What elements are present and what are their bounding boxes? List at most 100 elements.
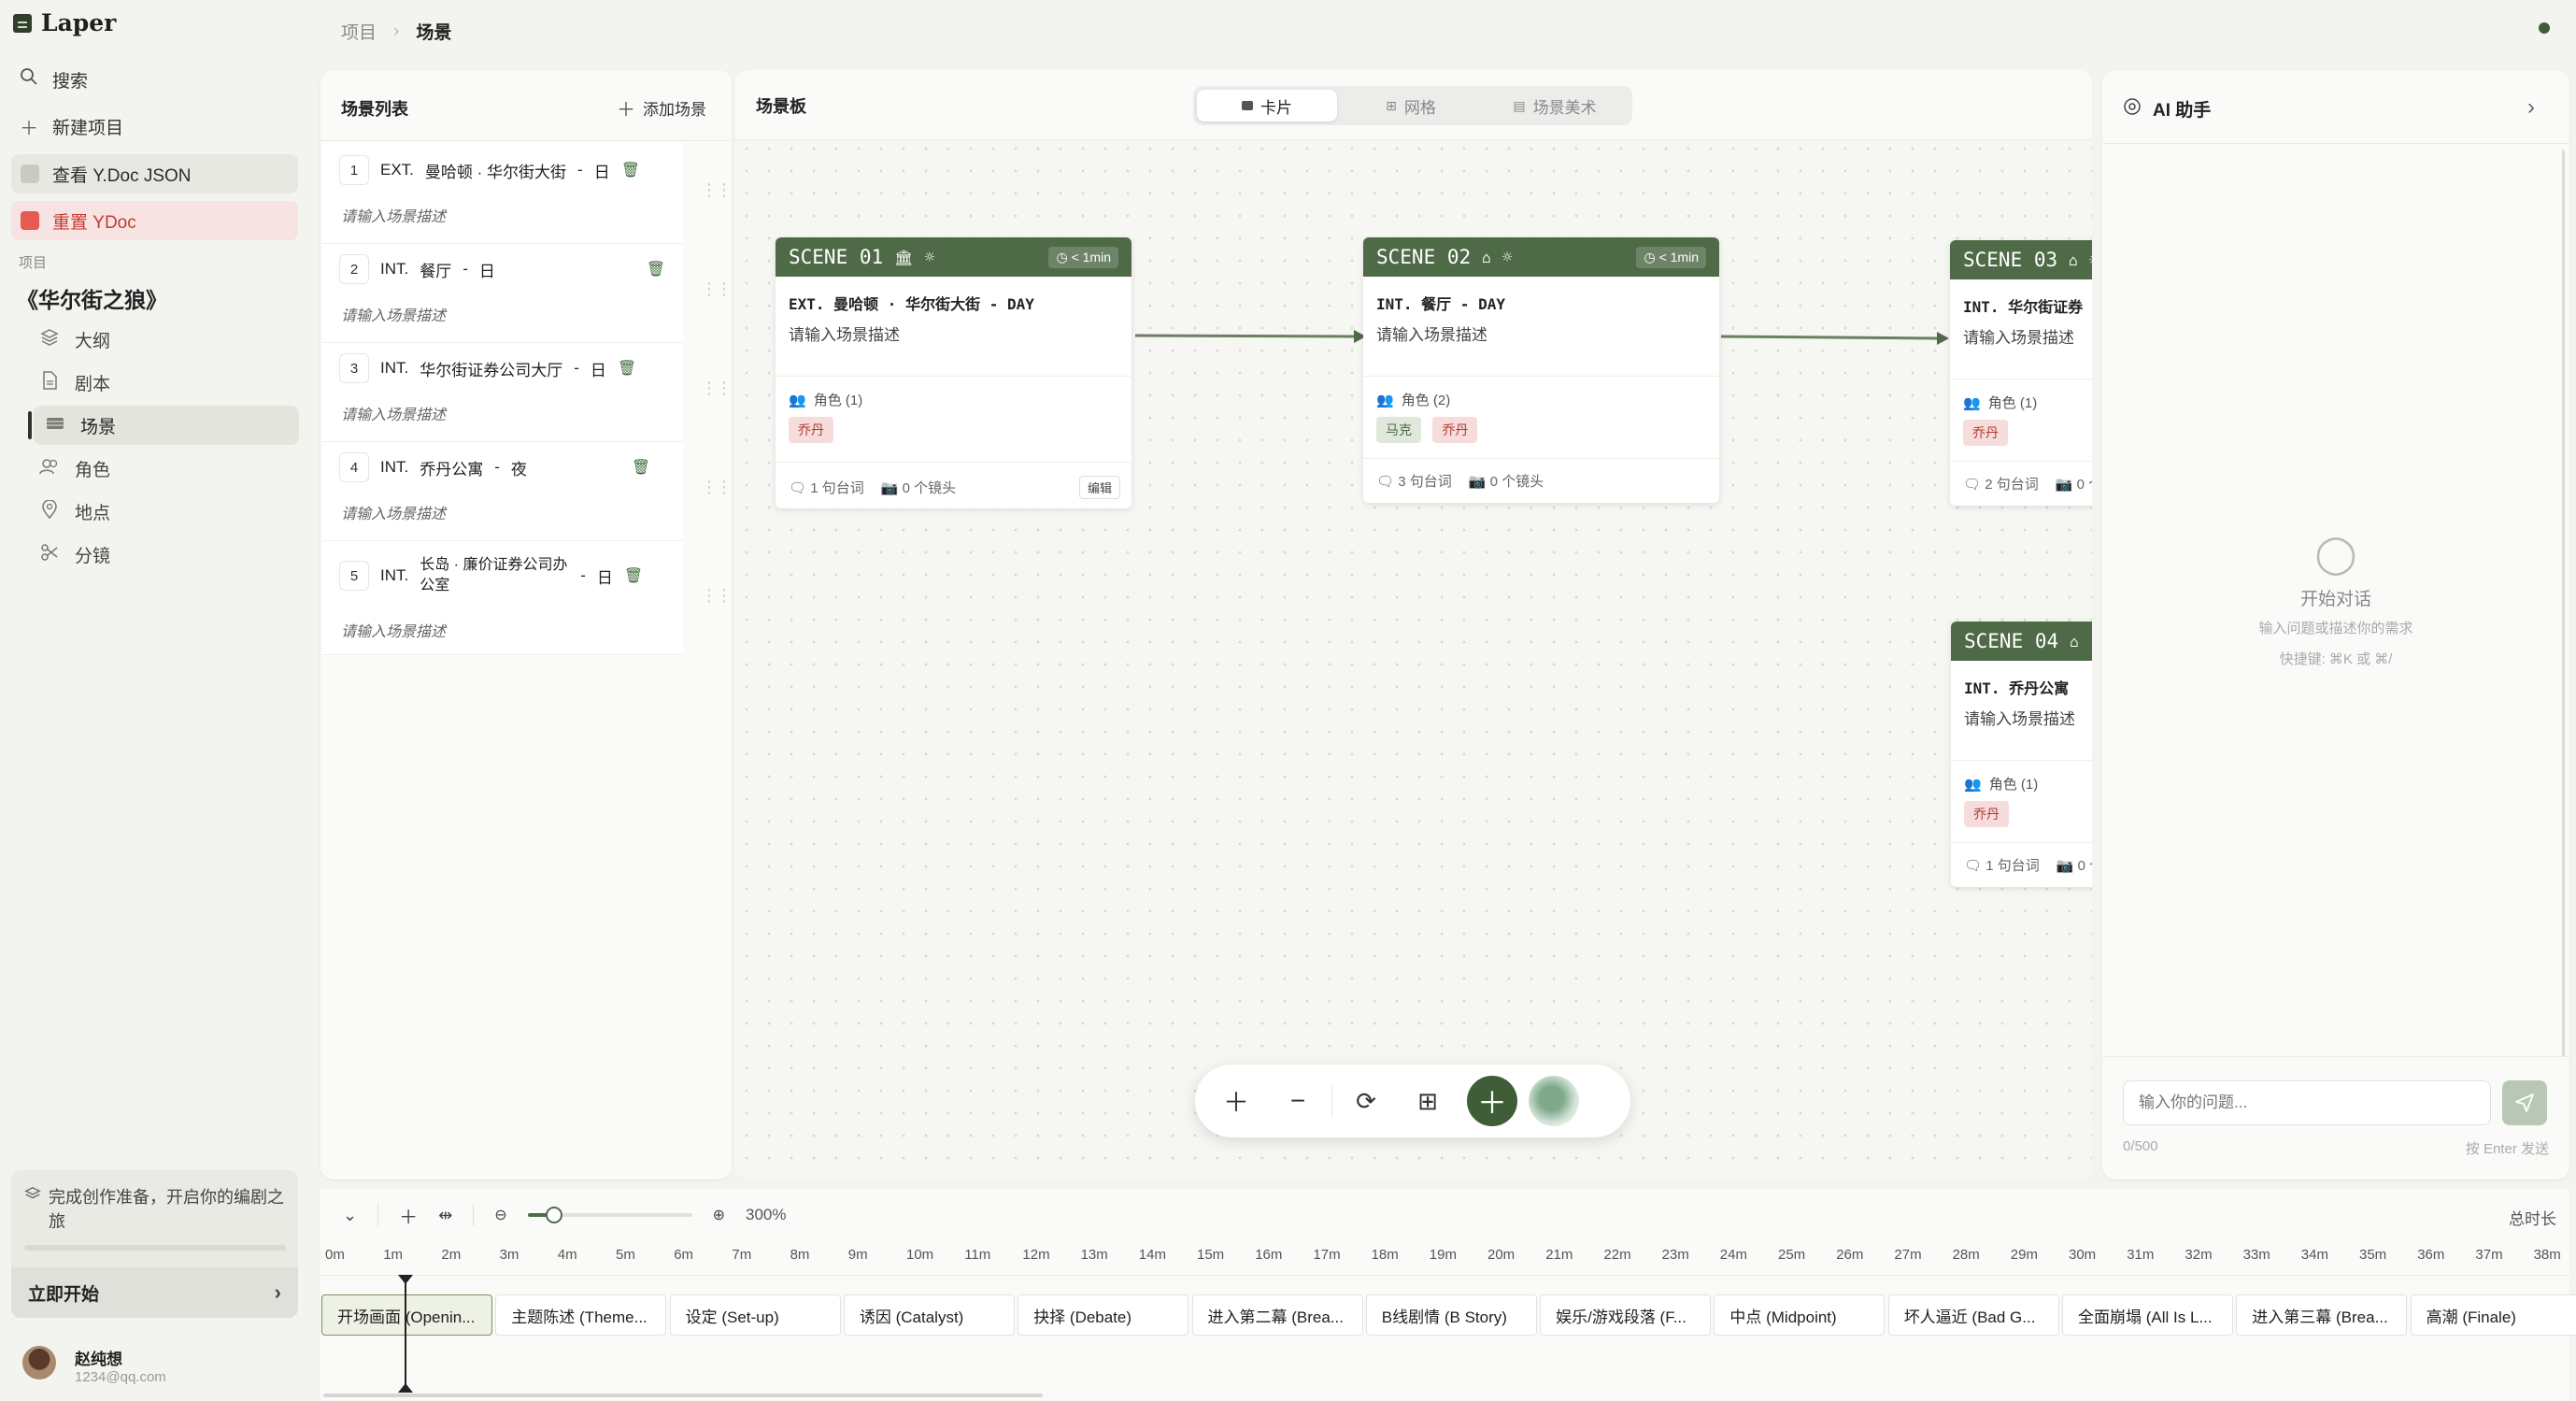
roles-count: 角色 (1) [1987,395,2038,411]
chevron-down-icon[interactable]: ⌄ [343,1206,357,1225]
scene-card[interactable]: SCENE 02 ⌂ ☼ ◷ < 1min INT. 餐厅 - DAY 请输入场… [1363,237,1719,503]
role-tag[interactable]: 乔丹 [1432,417,1478,443]
beat-block[interactable]: 抉择 (Debate) [1018,1294,1189,1336]
dialogue-count-value: 2 句台词 [1985,477,2039,493]
start-now-button[interactable]: 立即开始 › [11,1267,298,1318]
active-indicator [28,411,32,439]
layers-icon [39,328,60,351]
scene-card-description[interactable]: 请输入场景描述 [789,322,900,345]
scene-card-number: SCENE 01 [789,246,884,268]
beat-block[interactable]: 开场画面 (Openin... [321,1294,492,1336]
trash-icon[interactable]: 🗑 [621,161,640,179]
zoom-out-icon[interactable]: ⊖ [494,1206,506,1224]
scene-description[interactable]: 请输入场景描述 [341,619,446,641]
role-tag[interactable]: 乔丹 [1963,420,2008,446]
drag-handle-icon[interactable]: ⋮⋮ [701,379,733,398]
send-button[interactable] [2502,1080,2547,1125]
scene-description[interactable]: 请输入场景描述 [341,402,446,424]
scene-list-item[interactable]: 1 EXT. 曼哈顿 · 华尔街大街 - 日 🗑 请输入场景描述 [322,146,683,244]
collapse-chevron-icon[interactable]: › [2527,94,2535,121]
role-tag[interactable]: 马克 [1376,417,1421,443]
user-name: 赵纯想 [75,1351,122,1368]
playhead-top-icon [398,1275,413,1284]
duration-badge: ◷ < 1min [1048,246,1118,268]
view-ydoc-button[interactable]: 查看 Y.Doc JSON [11,154,298,193]
drag-handle-icon[interactable]: ⋮⋮ [701,279,733,299]
scene-card[interactable]: SCENE 01 🏛 ☼ ◷ < 1min EXT. 曼哈顿 · 华尔街大街 -… [776,237,1131,508]
app-logo[interactable]: Laper [13,9,116,36]
add-scene-button[interactable]: ＋ 添加场景 [617,94,706,122]
scene-list-item[interactable]: 3 INT. 华尔街证券公司大厅 - 日 🗑 请输入场景描述 [322,344,683,442]
drag-handle-icon[interactable]: ⋮⋮ [701,478,733,497]
ai-orb-button[interactable] [1529,1076,1579,1126]
beat-block[interactable]: 设定 (Set-up) [669,1294,841,1336]
drag-handle-icon[interactable]: ⋮⋮ [701,586,733,606]
timeline-tick: 28m [1952,1247,1980,1263]
nav-storyboard[interactable]: 分镜 [28,535,299,574]
scene-list-item[interactable]: 2 INT. 餐厅 - 日 🗑 请输入场景描述 [322,245,683,343]
nav-outline[interactable]: 大纲 [28,320,299,359]
scene-description[interactable]: 请输入场景描述 [341,501,446,523]
nav-characters[interactable]: 角色 [28,449,299,488]
trash-icon[interactable]: 🗑 [618,359,636,378]
breadcrumb-root[interactable]: 项目 [341,19,377,44]
onboarding-body: 完成创作准备，开启你的编剧之旅 [24,1185,286,1234]
beat-block[interactable]: 高潮 (Finale) [2410,1294,2576,1336]
nav-locations[interactable]: 地点 [28,492,299,531]
timeline-tick: 32m [2185,1247,2213,1263]
trash-icon[interactable]: 🗑 [647,260,665,279]
scene-card[interactable]: SCENE 03 ⌂ ☼ INT. 华尔街证券 请输入场景描述 👥 角色 (1)… [1950,240,2092,506]
reset-ydoc-button[interactable]: 重置 YDoc [11,201,298,240]
trash-icon[interactable]: 🗑 [624,566,643,585]
scene-description[interactable]: 请输入场景描述 [341,303,446,325]
scene-board[interactable]: 场景板 卡片 ⊞ 网格 ▤ 场景美术 SCENE 01 🏛 ☼ ◷ < 1min… [735,70,2092,1179]
zoom-thumb[interactable] [545,1207,562,1223]
beat-block[interactable]: 进入第二幕 (Brea... [1191,1294,1363,1336]
project-title[interactable]: 《华尔街之狼》 [17,282,167,314]
timeline-tick: 10m [906,1247,934,1263]
role-tag[interactable]: 乔丹 [789,417,833,443]
beat-block[interactable]: B线剧情 (B Story) [1365,1294,1537,1336]
zoom-slider[interactable] [527,1206,692,1224]
sun-icon: ☼ [1501,247,1513,267]
timeline-scrollbar[interactable] [323,1394,1043,1397]
playhead[interactable] [405,1280,406,1385]
reset-view-button[interactable]: ⟳ [1338,1073,1394,1129]
plus-icon: ＋ [20,118,38,139]
timeline-panel: ⌄ ＋ ⇹ ⊖ ⊕ 300% 总时长 0m 1m 2m 3m 4m 5m 6m 7m 8m 9m 1… [320,1189,2576,1401]
scene-list-item[interactable]: 5 INT. 长岛 · 廉价证券公司办公室 - 日 🗑 请输入场景描述 [322,542,683,655]
scene-card[interactable]: SCENE 04 ⌂ INT. 乔丹公寓 请输入场景描述 👥 角色 (1) 乔丹… [1951,622,2092,887]
beat-block[interactable]: 主题陈述 (Theme... [495,1294,667,1336]
zoom-out-button[interactable]: − [1270,1073,1326,1129]
chat-input[interactable] [2123,1080,2491,1125]
beat-block[interactable]: 进入第三幕 (Brea... [2236,1294,2408,1336]
nav-scenes[interactable]: 场景 [34,406,299,445]
beat-block[interactable]: 娱乐/游戏段落 (F... [1540,1294,1712,1336]
search-button[interactable]: 搜索 [19,59,299,100]
split-button[interactable]: ⇹ [438,1206,452,1225]
beat-block[interactable]: 中点 (Midpoint) [1714,1294,1886,1336]
trash-icon[interactable]: 🗑 [632,458,650,477]
onboarding-progress [24,1245,286,1251]
nav-script[interactable]: 剧本 [28,363,299,402]
scene-card-description[interactable]: 请输入场景描述 [1376,322,1487,345]
zoom-in-button[interactable]: ＋ [1208,1073,1264,1129]
beat-block[interactable]: 坏人逼近 (Bad G... [1887,1294,2059,1336]
new-project-button[interactable]: ＋ 新建项目 [19,106,299,147]
divider [776,376,1131,377]
scene-card-description[interactable]: 请输入场景描述 [1963,324,2074,348]
avatar[interactable] [22,1346,56,1380]
add-beat-button[interactable]: ＋ [399,1202,418,1229]
beat-block[interactable]: 全面崩塌 (All Is L... [2062,1294,2233,1336]
role-tag[interactable]: 乔丹 [1964,801,2009,827]
scene-list-item[interactable]: 4 INT. 乔丹公寓 - 夜 🗑 请输入场景描述 [322,443,683,541]
zoom-in-icon[interactable]: ⊕ [713,1206,725,1224]
document-icon [39,370,60,394]
scene-description[interactable]: 请输入场景描述 [341,204,446,226]
drag-handle-icon[interactable]: ⋮⋮ [701,180,733,200]
edit-button[interactable]: 编辑 [1078,476,1120,499]
beat-block[interactable]: 诱因 (Catalyst) [843,1294,1015,1336]
layout-button[interactable]: ⊞ [1400,1073,1456,1129]
add-scene-fab[interactable]: ＋ [1467,1076,1517,1126]
scene-card-description[interactable]: 请输入场景描述 [1964,706,2075,729]
